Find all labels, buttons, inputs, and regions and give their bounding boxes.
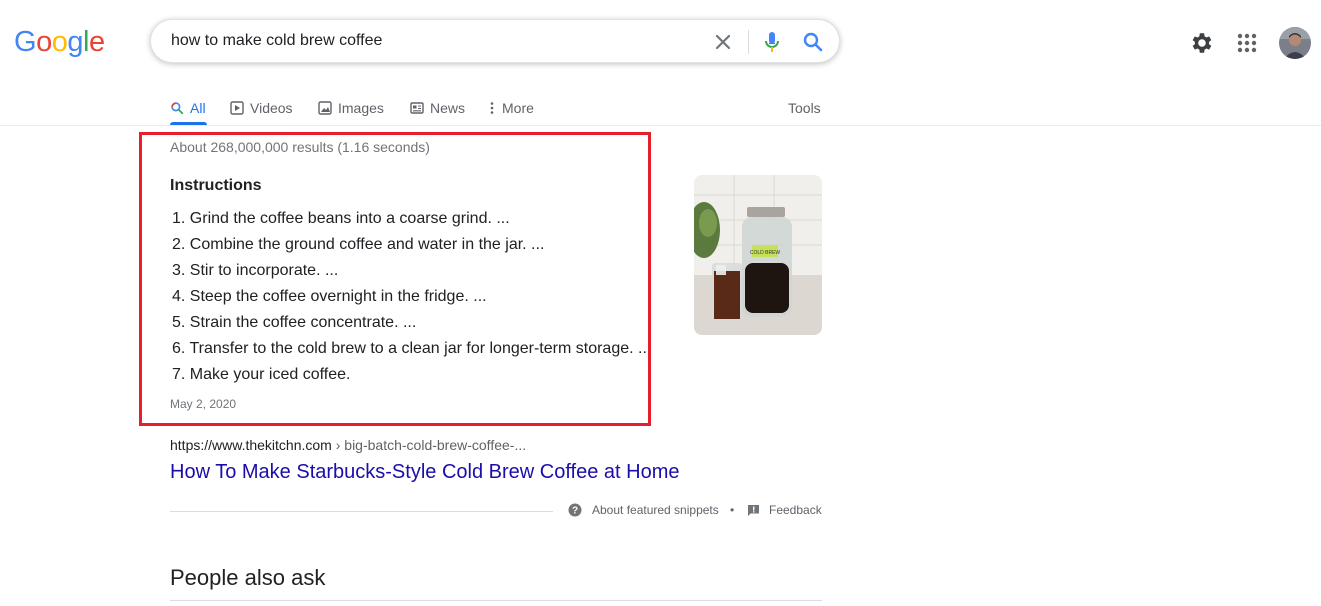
search-multicolor-icon	[171, 102, 184, 115]
jar-label: COLD BREW	[750, 250, 781, 256]
separator-dot: •	[730, 503, 735, 517]
tab-news[interactable]: News	[410, 93, 465, 123]
close-icon	[715, 34, 731, 50]
search-box	[150, 19, 840, 63]
more-vert-icon	[490, 102, 494, 114]
result-url[interactable]: https://www.thekitchn.com › big-batch-co…	[170, 437, 526, 453]
highlight-annotation-box	[139, 132, 651, 426]
tab-videos[interactable]: Videos	[230, 93, 293, 123]
logo-letter: o	[36, 26, 52, 58]
result-title-link[interactable]: How To Make Starbucks-Style Cold Brew Co…	[170, 461, 679, 484]
logo-letter: e	[88, 26, 105, 58]
image-icon	[318, 101, 332, 115]
tab-images[interactable]: Images	[318, 93, 384, 123]
tab-label: All	[190, 100, 206, 116]
news-icon	[410, 102, 424, 114]
tab-more[interactable]: More	[488, 93, 534, 123]
settings-button[interactable]	[1188, 30, 1214, 56]
logo-letter: o	[51, 26, 68, 58]
people-also-ask-heading: People also ask	[170, 565, 326, 590]
video-icon	[230, 101, 244, 115]
feedback-icon	[748, 504, 759, 516]
people-also-ask-divider	[170, 600, 822, 601]
search-input[interactable]	[171, 20, 691, 62]
logo-letter: g	[67, 26, 83, 58]
tab-label: Videos	[250, 100, 293, 116]
result-divider	[170, 511, 553, 512]
cold-brew-jar-photo: COLD BREW	[694, 175, 822, 335]
account-avatar[interactable]	[1279, 27, 1311, 59]
google-apps-button[interactable]	[1236, 32, 1258, 54]
tab-label: News	[430, 100, 466, 116]
search-icon	[803, 32, 823, 52]
about-snippets-label: About featured snippets	[592, 503, 719, 517]
logo-letter: G	[14, 26, 37, 58]
gear-icon	[1192, 33, 1212, 53]
voice-search-button[interactable]	[760, 30, 784, 54]
feedback-link[interactable]: Feedback	[747, 503, 822, 517]
result-domain: https://www.thekitchn.com	[170, 437, 332, 453]
help-icon: ?	[568, 503, 582, 517]
tab-all[interactable]: All	[170, 93, 206, 123]
svg-text:?: ?	[572, 506, 578, 517]
tab-label: More	[502, 100, 534, 116]
microphone-icon	[765, 32, 779, 52]
tabs-divider	[0, 125, 1321, 126]
search-button[interactable]	[801, 30, 825, 54]
about-featured-snippets-link[interactable]: ? About featured snippets	[568, 503, 719, 517]
tab-tools[interactable]: Tools	[788, 93, 821, 123]
search-box-divider	[748, 30, 749, 54]
feedback-label: Feedback	[769, 503, 822, 517]
clear-search-button[interactable]	[711, 30, 735, 54]
apps-grid-icon	[1237, 33, 1257, 53]
user-photo	[1279, 27, 1311, 59]
google-logo[interactable]: Google	[14, 26, 105, 58]
tab-label: Tools	[788, 100, 821, 116]
result-breadcrumb: › big-batch-cold-brew-coffee-...	[335, 437, 527, 453]
tab-label: Images	[338, 100, 384, 116]
featured-snippet-image[interactable]: COLD BREW	[694, 175, 822, 335]
